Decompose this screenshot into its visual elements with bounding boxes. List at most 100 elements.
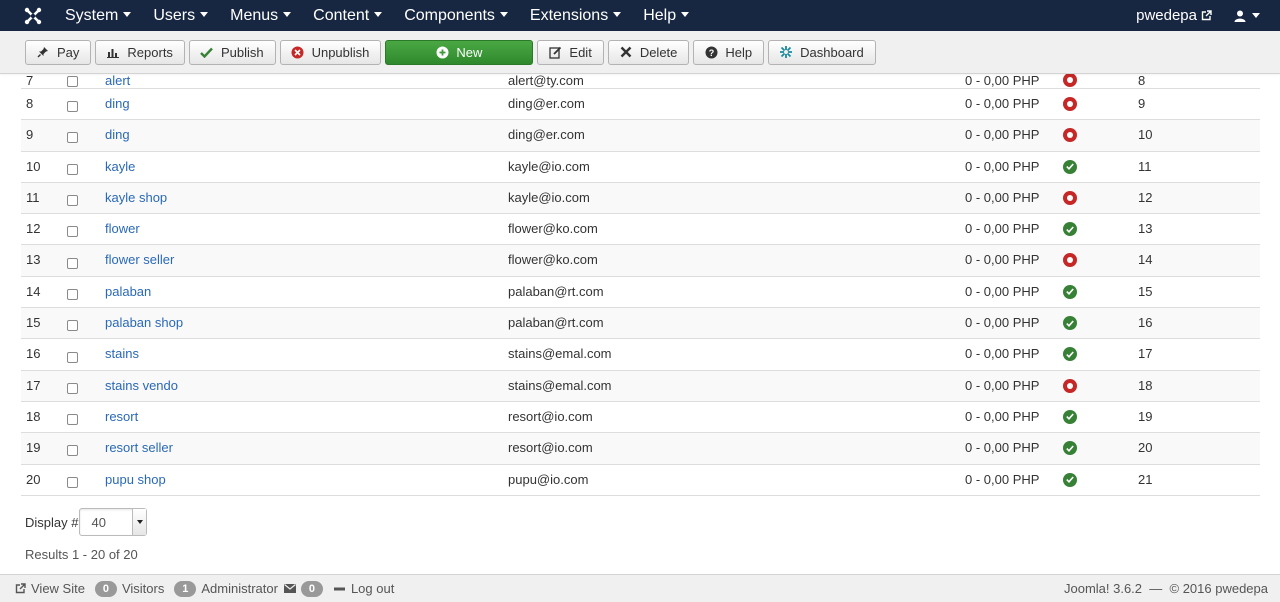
row-checkbox[interactable]: [67, 288, 78, 300]
vendor-name-link[interactable]: stains: [105, 346, 139, 361]
vendor-name-link[interactable]: kayle shop: [105, 190, 167, 205]
reports-label: Reports: [127, 44, 173, 60]
status-toggle[interactable]: [1063, 284, 1077, 299]
new-button[interactable]: New: [385, 39, 534, 65]
vendor-name-link[interactable]: flower seller: [105, 252, 174, 267]
publish-button[interactable]: Publish: [188, 39, 276, 65]
published-check-icon: [1063, 316, 1077, 331]
status-bar: View Site 0 Visitors 1 Administrator 0 L…: [0, 574, 1280, 602]
caret-down-icon: [613, 12, 622, 18]
reports-button[interactable]: Reports: [95, 39, 185, 65]
status-toggle[interactable]: [1063, 190, 1077, 205]
status-toggle[interactable]: [1063, 73, 1077, 87]
row-checkbox[interactable]: [67, 76, 78, 87]
vendor-id: 20: [1138, 440, 1153, 456]
vendor-name-link[interactable]: pupu shop: [105, 472, 166, 487]
unpublish-button[interactable]: Unpublish: [279, 39, 382, 65]
vendor-balance: 0 - 0,00 PHP: [965, 283, 1040, 299]
vendor-balance: 0 - 0,00 PHP: [965, 315, 1040, 331]
delete-button[interactable]: Delete: [607, 39, 690, 65]
logout-link[interactable]: Log out: [333, 581, 394, 596]
row-checkbox[interactable]: [67, 195, 78, 207]
status-toggle[interactable]: [1063, 316, 1077, 331]
vendor-name-link[interactable]: resort: [105, 409, 138, 424]
nav-menus[interactable]: Menus: [219, 0, 302, 31]
vendor-id: 18: [1138, 377, 1153, 393]
vendor-name-link[interactable]: palaban: [105, 284, 151, 299]
nav-content[interactable]: Content: [302, 0, 393, 31]
row-checkbox[interactable]: [67, 163, 78, 175]
table-row: 16 stains stains@emal.com 0 - 0,00 PHP 17: [21, 339, 1260, 371]
vendor-email: flower@ko.com: [508, 252, 598, 268]
row-checkbox[interactable]: [67, 382, 78, 394]
row-checkbox[interactable]: [67, 226, 78, 238]
row-number: 7: [26, 73, 34, 88]
row-number: 8: [26, 96, 34, 111]
row-number: 18: [26, 408, 41, 424]
unpublished-dot-icon: [1063, 190, 1077, 205]
display-value: 40: [91, 514, 106, 530]
nav-extensions[interactable]: Extensions: [519, 0, 632, 31]
vendor-name-link[interactable]: resort seller: [105, 440, 173, 455]
nav-components[interactable]: Components: [393, 0, 519, 31]
status-toggle[interactable]: [1063, 128, 1077, 143]
unpublished-dot-icon: [1063, 73, 1077, 87]
edit-button[interactable]: Edit: [537, 39, 604, 65]
status-toggle[interactable]: [1063, 159, 1077, 174]
row-checkbox[interactable]: [67, 414, 78, 426]
help-button[interactable]: ? Help: [693, 39, 765, 65]
pin-icon: [36, 45, 50, 59]
nav-components-label: Components: [404, 7, 495, 24]
nav-users[interactable]: Users: [142, 0, 219, 31]
display-limit: Display # 40: [25, 508, 148, 536]
view-site-link[interactable]: View Site: [15, 581, 85, 596]
vendor-name-link[interactable]: flower: [105, 221, 140, 236]
nav-system[interactable]: System: [54, 0, 142, 31]
status-toggle[interactable]: [1063, 97, 1077, 111]
status-toggle[interactable]: [1063, 409, 1077, 424]
row-number: 20: [26, 471, 41, 487]
status-toggle[interactable]: [1063, 441, 1077, 456]
vendor-balance: 0 - 0,00 PHP: [965, 471, 1040, 487]
row-checkbox[interactable]: [67, 320, 78, 332]
vendor-name-link[interactable]: alert: [105, 73, 130, 88]
row-checkbox[interactable]: [67, 101, 78, 113]
nav-help[interactable]: Help: [632, 0, 700, 31]
status-toggle[interactable]: [1063, 222, 1077, 237]
status-toggle[interactable]: [1063, 253, 1077, 268]
vendor-name-link[interactable]: ding: [105, 96, 130, 111]
row-checkbox[interactable]: [67, 351, 78, 363]
user-menu[interactable]: [1234, 10, 1280, 22]
vendor-email: palaban@rt.com: [508, 283, 604, 299]
nav-content-label: Content: [313, 7, 370, 24]
display-select[interactable]: 40: [79, 508, 148, 536]
vendor-name-link[interactable]: kayle: [105, 159, 135, 174]
pay-button[interactable]: Pay: [25, 39, 92, 65]
vendor-email: stains@emal.com: [508, 377, 612, 393]
status-toggle[interactable]: [1063, 347, 1077, 362]
plus-circle-icon: [435, 45, 449, 59]
caret-down-icon: [200, 12, 209, 18]
vendor-balance: 0 - 0,00 PHP: [965, 127, 1040, 143]
vendor-name-link[interactable]: palaban shop: [105, 315, 183, 330]
joomla-logo-icon[interactable]: [20, 0, 46, 31]
messages-status[interactable]: 0: [283, 580, 328, 597]
dashboard-button[interactable]: Dashboard: [768, 39, 876, 65]
row-checkbox[interactable]: [67, 476, 78, 488]
table-row: 8 ding ding@er.com 0 - 0,00 PHP 9: [21, 89, 1260, 121]
status-toggle[interactable]: [1063, 378, 1077, 393]
site-link[interactable]: pwedepa: [1136, 7, 1234, 24]
row-checkbox[interactable]: [67, 445, 78, 457]
delete-label: Delete: [639, 44, 678, 60]
messages-badge: 0: [300, 580, 323, 597]
row-checkbox[interactable]: [67, 257, 78, 269]
nav-extensions-label: Extensions: [529, 7, 609, 24]
vendor-name-link[interactable]: ding: [105, 127, 130, 142]
status-toggle[interactable]: [1063, 472, 1077, 487]
unpublish-icon: [291, 45, 305, 59]
row-number: 16: [26, 346, 41, 362]
admin-status: 1 Administrator: [174, 580, 278, 597]
row-checkbox[interactable]: [67, 132, 78, 144]
vendor-name-link[interactable]: stains vendo: [105, 378, 178, 393]
vendor-id: 12: [1138, 189, 1153, 205]
